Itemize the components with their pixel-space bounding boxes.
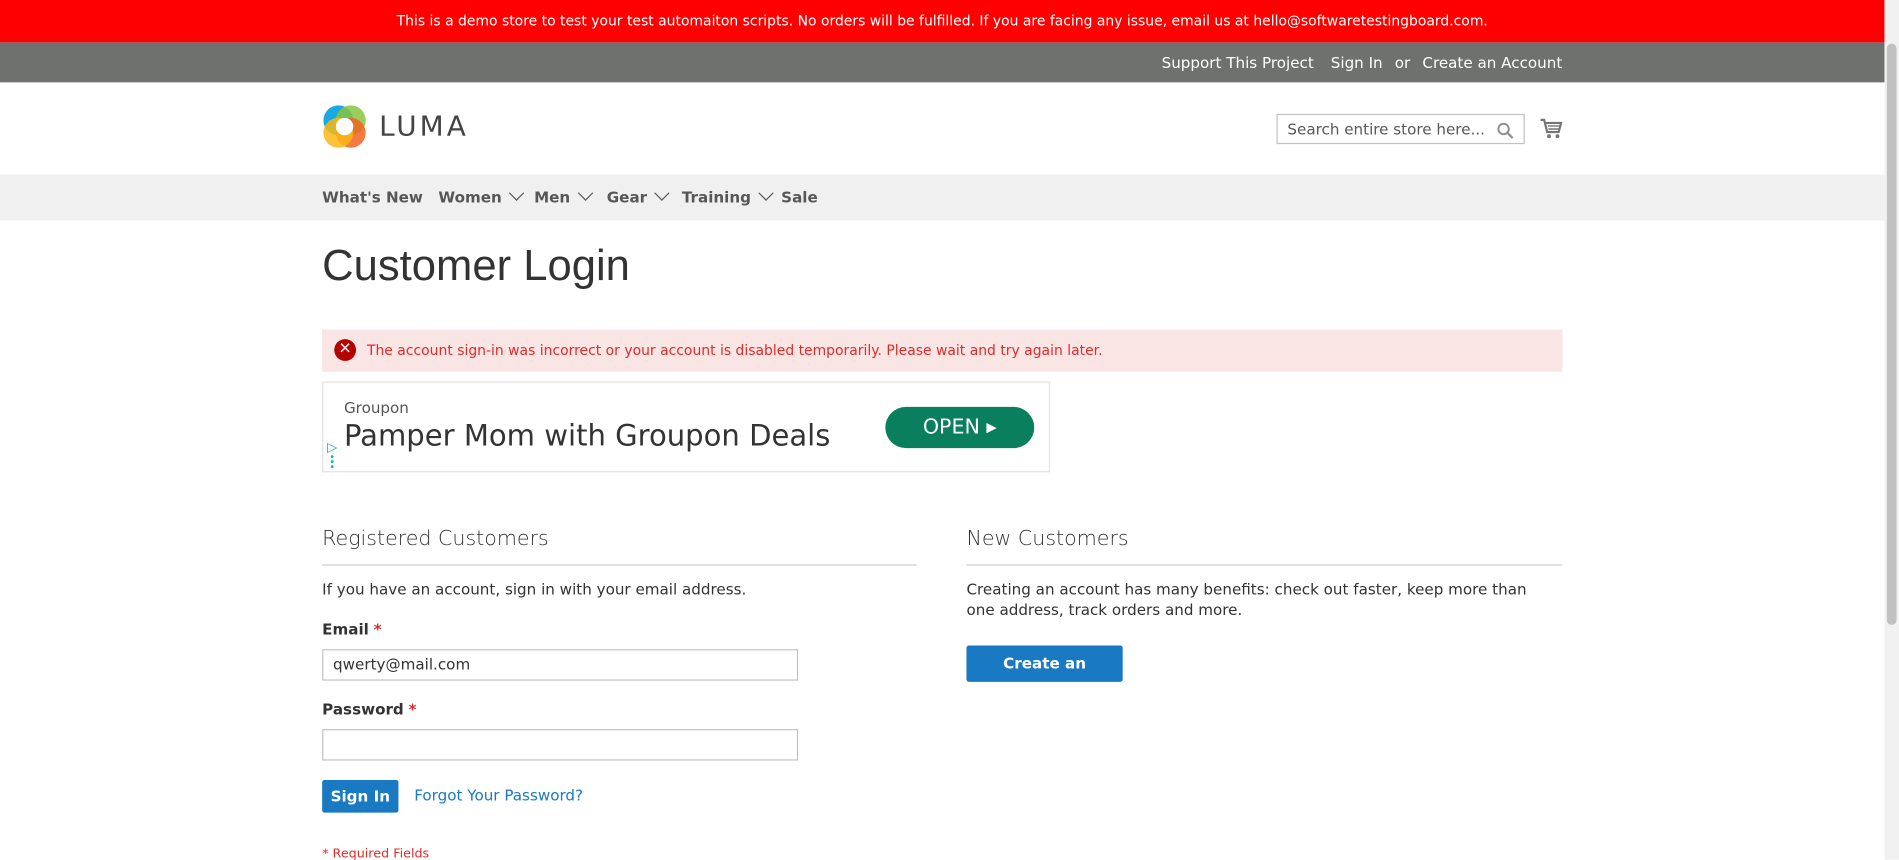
arrow-right-icon: ▸ xyxy=(986,415,997,440)
password-field[interactable] xyxy=(322,729,799,761)
or-text: or xyxy=(1394,53,1411,72)
email-field[interactable]: qwerty@mail.com xyxy=(322,649,799,681)
support-project-link[interactable]: Support This Project xyxy=(1162,53,1314,71)
demo-notice-bar: This is a demo store to test your test a… xyxy=(0,0,1885,43)
new-customers-divider xyxy=(966,564,1563,566)
error-message: ✕ The account sign-in was incorrect or y… xyxy=(322,329,1563,372)
registered-intro: If you have an account, sign in with you… xyxy=(322,580,747,599)
chevron-down-icon xyxy=(758,185,774,201)
sign-in-button[interactable]: Sign In xyxy=(322,779,399,813)
create-account-link[interactable]: Create an Account xyxy=(1422,53,1562,71)
scrollbar-thumb[interactable] xyxy=(1886,43,1897,625)
demo-notice-text: This is a demo store to test your test a… xyxy=(396,12,1488,30)
cart-icon[interactable] xyxy=(1539,116,1563,140)
page-title: Customer Login xyxy=(322,239,630,290)
page-scrollbar[interactable] xyxy=(1884,0,1899,860)
chevron-down-icon xyxy=(654,185,670,201)
new-customers-title: New Customers xyxy=(966,526,1129,552)
chevron-down-icon xyxy=(577,185,594,201)
search-icon[interactable] xyxy=(1497,122,1514,139)
nav-item-women[interactable]: Women xyxy=(438,174,525,220)
page: This is a demo store to test your test a… xyxy=(0,0,1899,860)
error-message-text: The account sign-in was incorrect or you… xyxy=(366,341,1103,359)
create-account-button[interactable]: Create an Account xyxy=(966,645,1123,706)
registered-customers-title: Registered Customers xyxy=(322,526,549,552)
nav-item-sale[interactable]: Sale xyxy=(781,174,818,220)
email-label: Email * xyxy=(322,620,382,639)
ad-open-button[interactable]: OPEN ▸ xyxy=(885,406,1035,449)
registered-divider xyxy=(322,564,917,566)
sign-in-link[interactable]: Sign In xyxy=(1331,53,1383,71)
logo[interactable]: LUMA xyxy=(322,104,469,149)
new-customers-description: Creating an account has many benefits: c… xyxy=(966,580,1527,619)
nav-item-whats-new[interactable]: What's New xyxy=(322,174,423,220)
nav-item-training[interactable]: Training xyxy=(682,174,774,220)
ad-banner[interactable]: Groupon Pamper Mom with Groupon Deals OP… xyxy=(322,381,1051,473)
main-nav: What's New Women Men Gear Training Sale xyxy=(0,174,1885,221)
error-icon: ✕ xyxy=(334,339,357,361)
chevron-down-icon xyxy=(509,185,525,201)
nav-item-men[interactable]: Men xyxy=(534,174,594,220)
ad-options-icon[interactable]: • • • xyxy=(329,452,335,471)
luma-logo-icon xyxy=(323,105,366,148)
forgot-password-link[interactable]: Forgot Your Password? xyxy=(414,786,583,804)
top-links: Support This Project Sign In or Create a… xyxy=(1162,42,1563,82)
logo-text: LUMA xyxy=(379,110,469,143)
required-fields-note: * Required Fields xyxy=(322,846,430,860)
ad-headline[interactable]: Pamper Mom with Groupon Deals xyxy=(344,419,830,453)
header: LUMA Search entire store here... xyxy=(0,82,1884,174)
search-input[interactable]: Search entire store here... xyxy=(1287,120,1485,138)
ad-brand: Groupon xyxy=(343,398,409,417)
search-box[interactable]: Search entire store here... xyxy=(1276,113,1525,145)
nav-item-gear[interactable]: Gear xyxy=(607,174,670,220)
password-label: Password * xyxy=(322,700,417,719)
top-links-bar: Support This Project Sign In or Create a… xyxy=(0,42,1885,83)
